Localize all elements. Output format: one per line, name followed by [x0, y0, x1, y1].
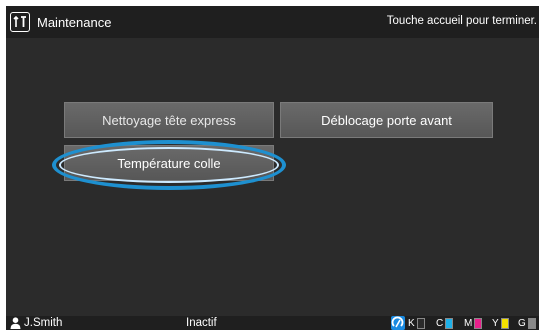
user-icon	[10, 317, 21, 329]
maintenance-screen: Maintenance Touche accueil pour terminer…	[6, 6, 539, 330]
header-bar: Maintenance Touche accueil pour terminer…	[6, 6, 539, 38]
ink-g-swatch	[527, 317, 536, 329]
ink-c-swatch	[445, 317, 454, 329]
ink-g: G	[518, 316, 536, 330]
home-hint-text: Touche accueil pour terminer.	[386, 15, 537, 27]
front-door-release-label: Déblocage porte avant	[321, 112, 452, 128]
ink-k-label: K	[408, 317, 415, 329]
ink-k-swatch	[416, 317, 425, 329]
page-title: Maintenance	[37, 15, 112, 30]
ink-y-swatch	[500, 317, 509, 329]
user-area[interactable]: J.Smith	[10, 316, 62, 330]
maintenance-icon	[10, 12, 30, 32]
machine-state: Inactif	[186, 317, 217, 329]
front-door-release-button[interactable]: Déblocage porte avant	[280, 102, 493, 138]
ink-c: C	[436, 316, 454, 330]
ink-c-label: C	[436, 317, 444, 329]
ink-m: M	[464, 316, 483, 330]
network-icon[interactable]	[391, 316, 405, 330]
ink-y-label: Y	[492, 317, 499, 329]
ink-m-label: M	[464, 317, 473, 329]
glue-temperature-button[interactable]: Température colle	[64, 145, 274, 181]
ink-y: Y	[492, 316, 509, 330]
ink-k: K	[408, 316, 425, 330]
ink-g-label: G	[518, 317, 526, 329]
status-bar: J.Smith Inactif K C M Y G	[6, 316, 539, 330]
glue-temperature-label: Température colle	[117, 155, 221, 171]
ink-m-swatch	[474, 317, 483, 329]
head-cleaning-label: Nettoyage tête express	[102, 112, 236, 128]
head-cleaning-button[interactable]: Nettoyage tête express	[64, 102, 274, 138]
user-name: J.Smith	[24, 317, 63, 329]
